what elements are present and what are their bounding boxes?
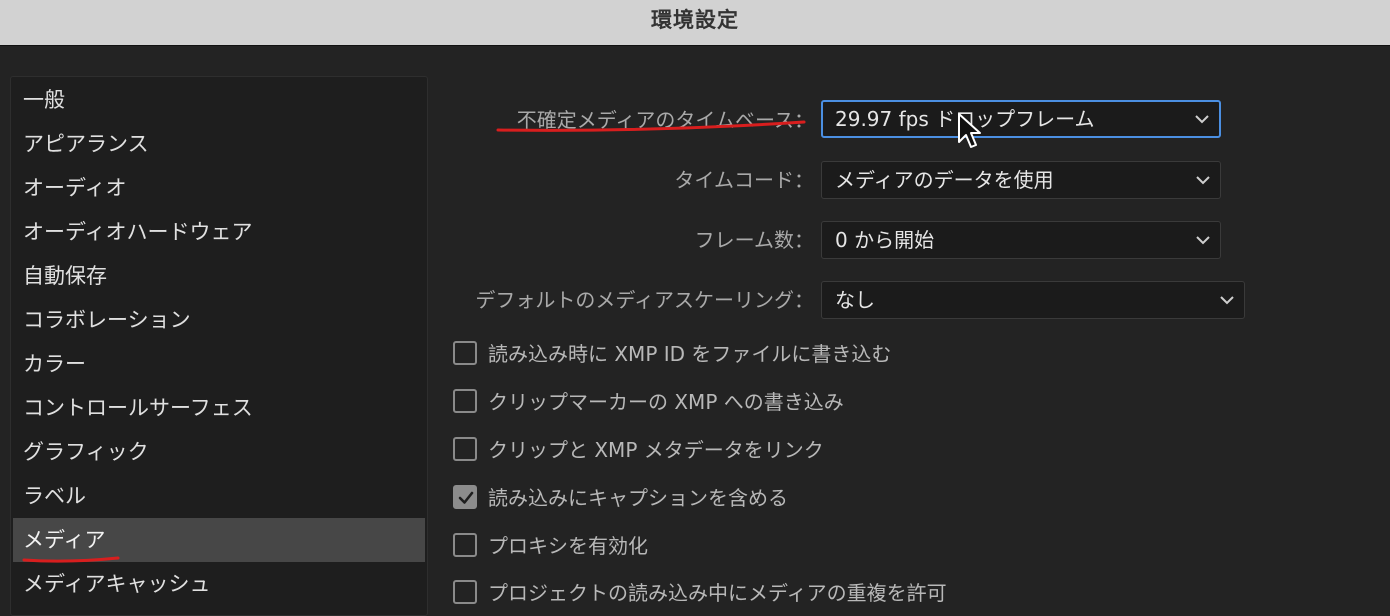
timecode-value: メディアのデータを使用	[835, 168, 1054, 192]
chevron-down-icon	[1220, 282, 1234, 318]
frame-count-label: フレーム数：	[694, 228, 814, 252]
link-clip-xmp-checkbox[interactable]	[453, 437, 477, 461]
sidebar-item-auto-save[interactable]: 自動保存	[13, 254, 425, 298]
sidebar-item-labels[interactable]: ラベル	[13, 474, 425, 518]
sidebar-item-appearance[interactable]: アピアランス	[13, 122, 425, 166]
allow-duplicate-media-label: プロジェクトの読み込み中にメディアの重複を許可	[488, 581, 947, 605]
clip-marker-xmp-checkbox[interactable]	[453, 389, 477, 413]
timecode-label: タイムコード：	[674, 168, 814, 192]
window-titlebar: 環境設定	[0, 0, 1390, 46]
sidebar-item-media-cache[interactable]: メディアキャッシュ	[13, 562, 425, 606]
sidebar-item-control-surface[interactable]: コントロールサーフェス	[13, 386, 425, 430]
sidebar-item-color[interactable]: カラー	[13, 342, 425, 386]
enable-proxies-checkbox[interactable]	[453, 533, 477, 557]
preferences-sidebar: 一般 アピアランス オーディオ オーディオハードウェア 自動保存 コラボレーショ…	[10, 76, 428, 616]
timebase-label: 不確定メディアのタイムベース：	[516, 108, 814, 132]
sidebar-item-audio[interactable]: オーディオ	[13, 166, 425, 210]
include-captions-label: 読み込みにキャプションを含める	[488, 486, 788, 510]
checkmark-icon	[458, 491, 474, 504]
sidebar-item-audio-hardware[interactable]: オーディオハードウェア	[13, 210, 425, 254]
link-clip-xmp-label: クリップと XMP メタデータをリンク	[488, 438, 824, 462]
media-scaling-label: デフォルトのメディアスケーリング：	[475, 288, 814, 312]
timecode-dropdown[interactable]: メディアのデータを使用	[821, 161, 1221, 199]
include-captions-checkbox[interactable]	[453, 485, 477, 509]
mouse-pointer-icon	[958, 113, 981, 148]
enable-proxies-label: プロキシを有効化	[488, 534, 648, 558]
timebase-dropdown[interactable]: 29.97 fps ドロップフレーム	[821, 100, 1221, 138]
sidebar-item-graphics[interactable]: グラフィック	[13, 430, 425, 474]
chevron-down-icon	[1195, 102, 1209, 136]
frame-count-value: 0 から開始	[835, 228, 935, 252]
sidebar-item-media[interactable]: メディア	[13, 518, 425, 562]
frame-count-dropdown[interactable]: 0 から開始	[821, 221, 1221, 259]
media-scaling-value: なし	[835, 288, 875, 312]
media-scaling-dropdown[interactable]: なし	[821, 281, 1245, 319]
sidebar-item-general[interactable]: 一般	[13, 78, 425, 122]
chevron-down-icon	[1196, 222, 1210, 258]
clip-marker-xmp-label: クリップマーカーの XMP への書き込み	[488, 390, 844, 414]
write-xmp-id-checkbox[interactable]	[453, 341, 477, 365]
write-xmp-id-label: 読み込み時に XMP ID をファイルに書き込む	[488, 342, 892, 366]
sidebar-item-collaboration[interactable]: コラボレーション	[13, 298, 425, 342]
allow-duplicate-media-checkbox[interactable]	[453, 580, 477, 604]
window-title: 環境設定	[651, 8, 739, 32]
chevron-down-icon	[1196, 162, 1210, 198]
